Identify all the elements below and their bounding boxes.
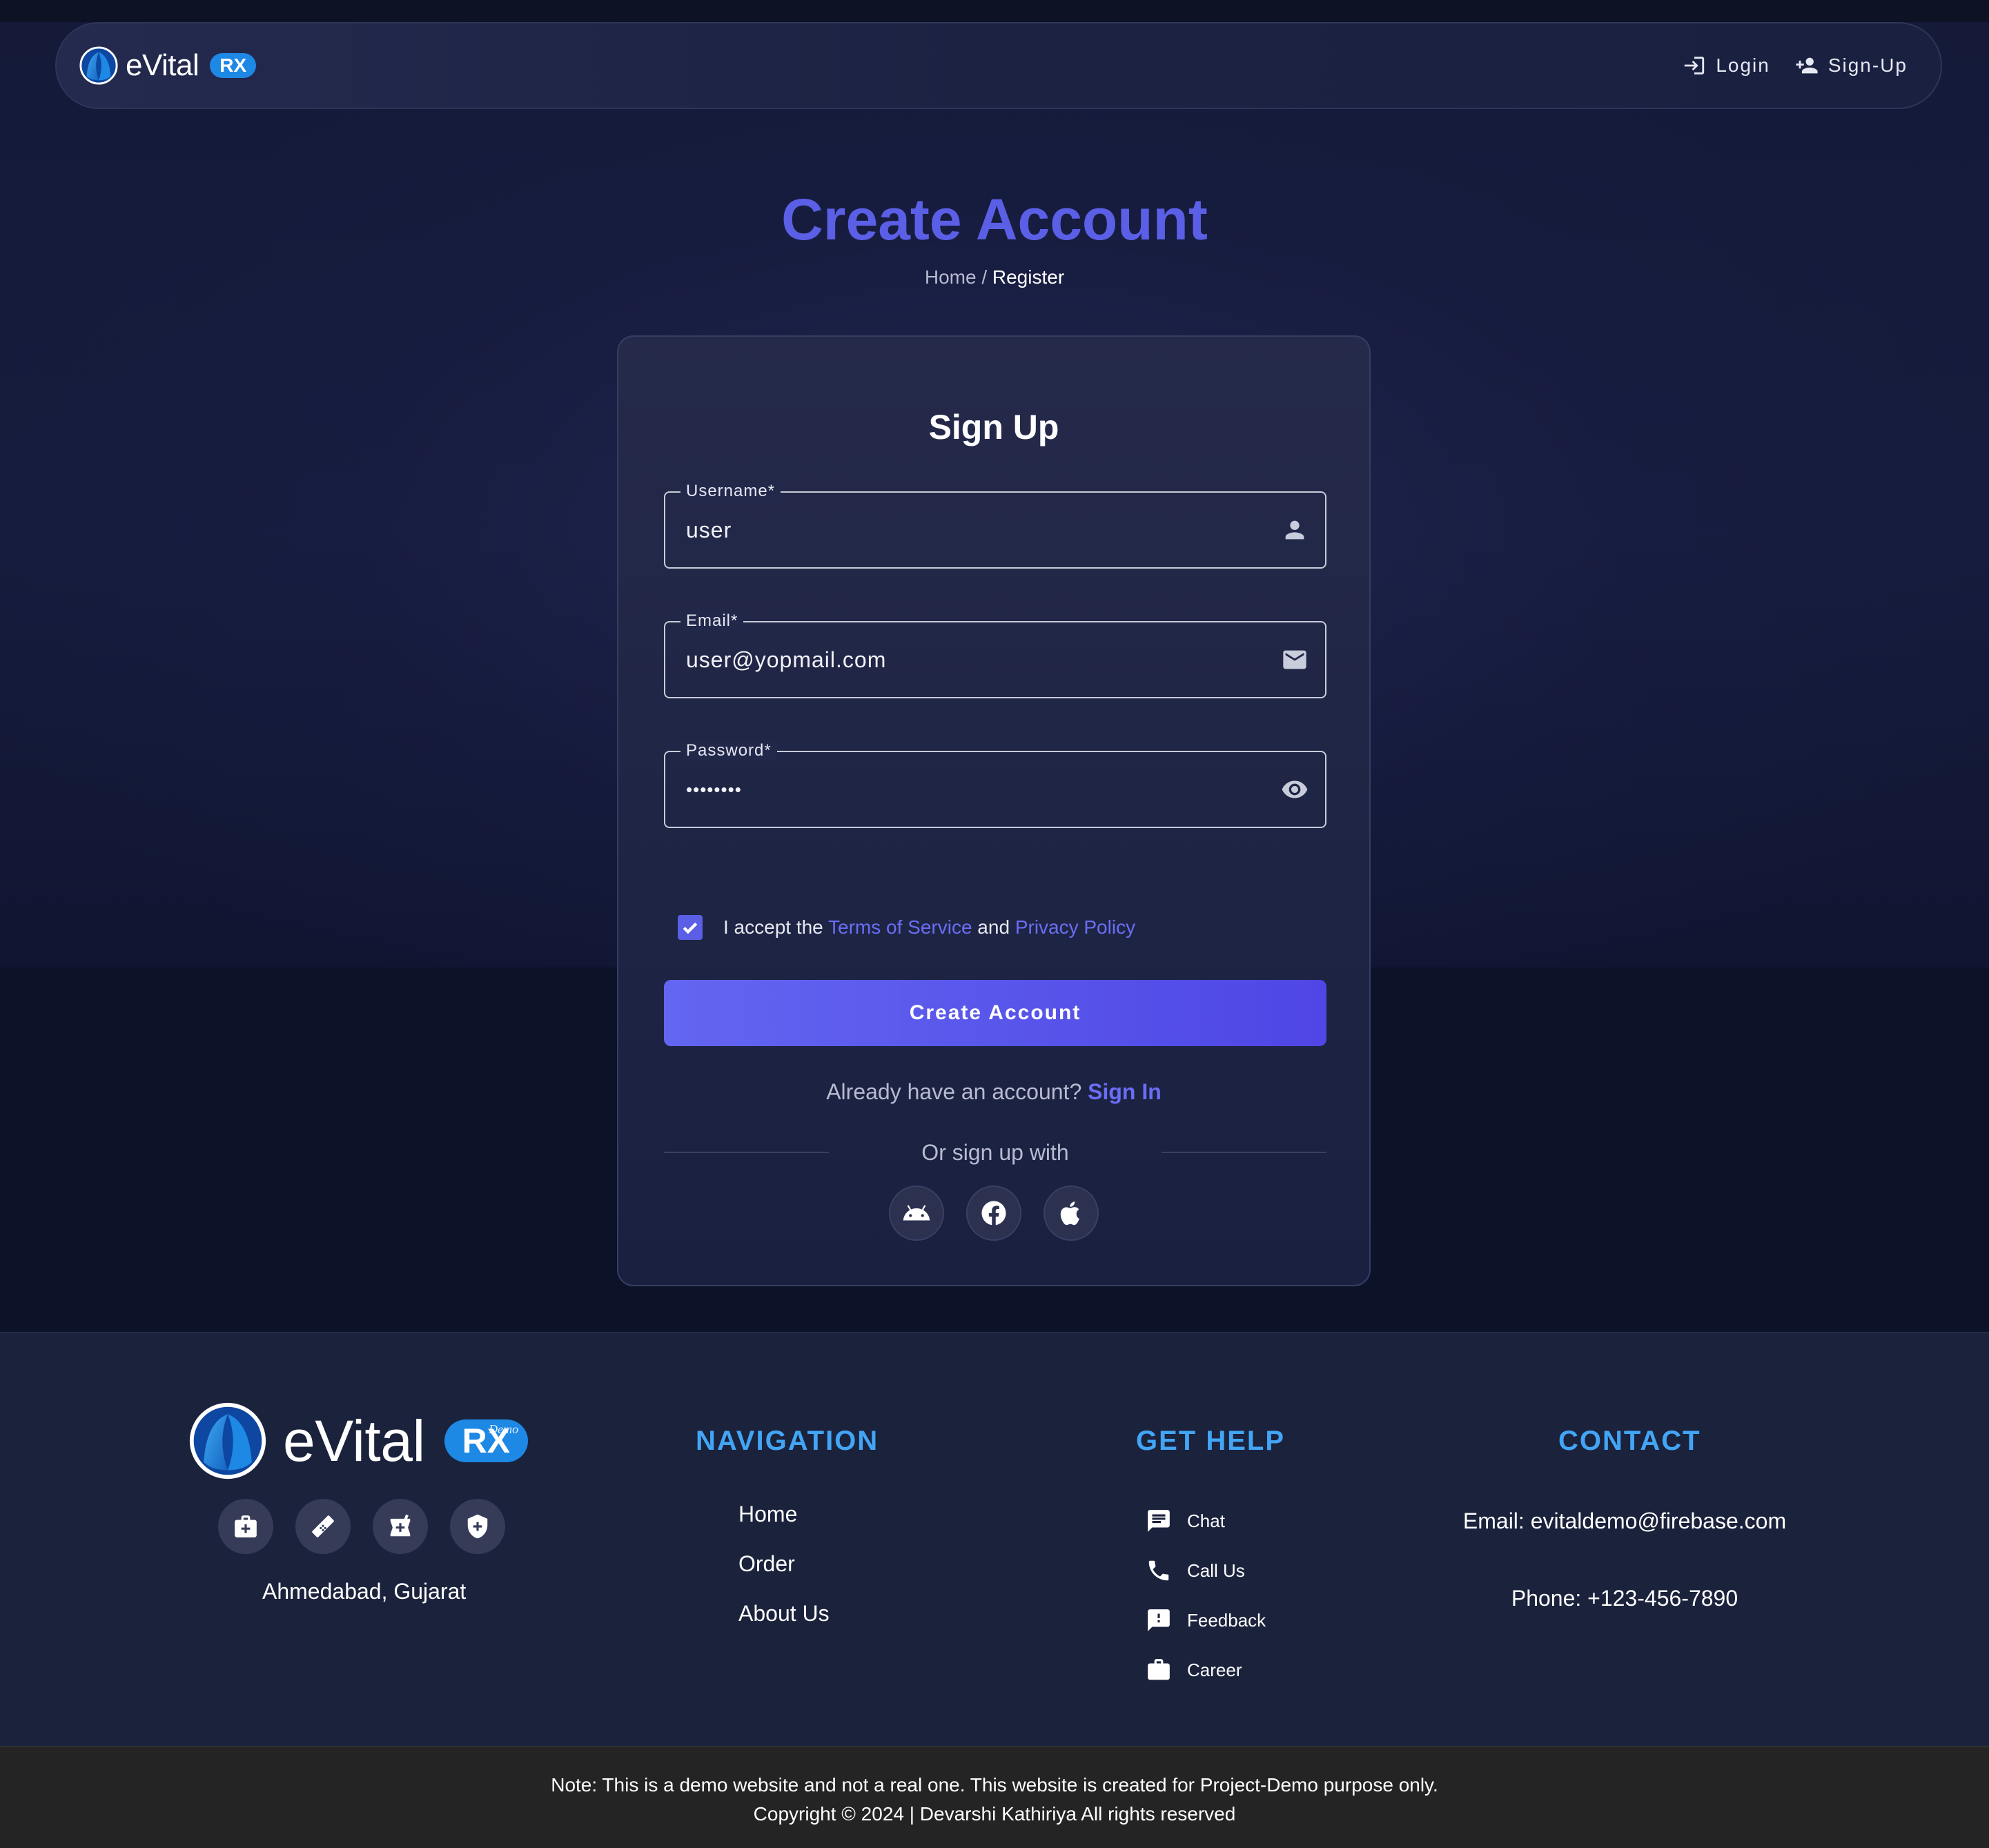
help-chat-label: Chat <box>1187 1510 1225 1531</box>
apple-signup-button[interactable] <box>1044 1186 1099 1241</box>
bandage-icon[interactable] <box>295 1499 351 1554</box>
checkmark-icon <box>683 922 698 934</box>
password-input[interactable]: •••••••• <box>686 752 742 827</box>
breadcrumb: Home / Register <box>0 266 1989 288</box>
android-icon <box>903 1205 930 1221</box>
brand-name: eVital <box>126 48 199 82</box>
username-input[interactable]: user <box>686 493 732 567</box>
social-signup <box>618 1186 1369 1241</box>
evital-logo-icon <box>79 46 118 85</box>
divider-line-left <box>664 1152 830 1153</box>
help-call-us[interactable]: Call Us <box>1146 1551 1266 1601</box>
android-signup-button[interactable] <box>889 1186 944 1241</box>
mail-icon <box>1281 646 1309 674</box>
contact-phone[interactable]: Phone: +123-456-7890 <box>1380 1586 1869 1611</box>
help-call-us-label: Call Us <box>1187 1560 1245 1581</box>
already-have-account: Already have an account? Sign In <box>618 1079 1369 1105</box>
footer-help: Chat Call Us Feedback Career <box>1146 1502 1266 1700</box>
footer-brand-name: eVital <box>283 1408 425 1473</box>
already-text: Already have an account? <box>826 1079 1088 1104</box>
terms-text: I accept the Terms of Service and Privac… <box>723 916 1135 938</box>
contact-heading: CONTACT <box>1558 1426 1701 1456</box>
medical-bag-icon[interactable] <box>218 1499 273 1554</box>
footer-navigation: Home Order About Us <box>738 1502 830 1651</box>
terms-checkbox[interactable] <box>678 915 703 940</box>
facebook-icon <box>981 1201 1006 1226</box>
terms-and: and <box>972 916 1015 938</box>
demo-note: Note: This is a demo website and not a r… <box>551 1774 1438 1796</box>
signup-label: Sign-Up <box>1828 55 1908 76</box>
login-icon <box>1685 57 1705 75</box>
login-button[interactable]: Login <box>1683 54 1770 77</box>
person-add-icon <box>1796 57 1818 74</box>
footer-location: Ahmedabad, Gujarat <box>262 1579 467 1604</box>
copyright-text: Copyright © 2024 | Devarshi Kathiriya Al… <box>753 1803 1236 1825</box>
help-chat[interactable]: Chat <box>1146 1502 1266 1551</box>
facebook-signup-button[interactable] <box>966 1186 1021 1241</box>
email-input[interactable]: user@yopmail.com <box>686 622 886 697</box>
user-icon <box>1281 516 1309 544</box>
feedback-icon <box>1148 1609 1170 1631</box>
help-career-label: Career <box>1187 1659 1242 1680</box>
top-band <box>0 0 1989 22</box>
or-divider: Or sign up with <box>664 1137 1327 1168</box>
breadcrumb-home[interactable]: Home <box>925 266 977 288</box>
footer-nav-about-us[interactable]: About Us <box>738 1601 830 1651</box>
footer-icon-row <box>218 1499 505 1554</box>
help-feedback-label: Feedback <box>1187 1609 1266 1631</box>
signup-card: Sign Up Username* user Email* user@yopma… <box>617 335 1371 1286</box>
footer-nav-order[interactable]: Order <box>738 1551 830 1601</box>
evital-logo-icon <box>189 1402 266 1480</box>
rx-badge: RX <box>210 53 257 78</box>
password-field[interactable]: Password* •••••••• <box>664 741 1326 828</box>
footer-brand-logo[interactable]: eVital RX Demo <box>188 1401 529 1481</box>
breadcrumb-current: Register <box>992 266 1065 288</box>
create-account-button[interactable]: Create Account <box>664 980 1326 1046</box>
chat-icon <box>1148 1510 1170 1532</box>
signup-button[interactable]: Sign-Up <box>1795 54 1908 77</box>
breadcrumb-separator: / <box>976 266 992 288</box>
navigation-heading: NAVIGATION <box>696 1426 879 1456</box>
help-feedback[interactable]: Feedback <box>1146 1601 1266 1651</box>
email-field[interactable]: Email* user@yopmail.com <box>664 611 1326 698</box>
health-shield-icon[interactable] <box>450 1499 505 1554</box>
contact-email[interactable]: Email: evitaldemo@firebase.com <box>1380 1508 1869 1534</box>
copyright-bar: Note: This is a demo website and not a r… <box>0 1746 1989 1848</box>
eye-icon[interactable] <box>1281 776 1309 803</box>
demo-tag: Demo <box>489 1422 519 1436</box>
sign-in-link[interactable]: Sign In <box>1088 1079 1162 1104</box>
or-sign-up-text: Or sign up with <box>921 1139 1069 1165</box>
footer: eVital RX Demo Ahmedabad, Gujarat NAVIGAT… <box>0 1332 1989 1746</box>
terms-prefix: I accept the <box>723 916 829 938</box>
top-navbar: eVital RX Login Sign-Up <box>55 22 1942 109</box>
brand-logo[interactable]: eVital RX <box>79 46 257 86</box>
briefcase-icon <box>1148 1659 1170 1680</box>
terms-row: I accept the Terms of Service and Privac… <box>678 915 1135 940</box>
footer-nav-home[interactable]: Home <box>738 1502 830 1551</box>
form-title: Sign Up <box>928 408 1059 446</box>
pharmacy-icon[interactable] <box>373 1499 428 1554</box>
privacy-policy-link[interactable]: Privacy Policy <box>1015 916 1135 938</box>
username-field[interactable]: Username* user <box>664 482 1326 569</box>
nav-actions: Login Sign-Up <box>1683 54 1908 77</box>
footer-rx-badge: RX Demo <box>444 1419 529 1462</box>
terms-of-service-link[interactable]: Terms of Service <box>828 916 972 938</box>
page-title: Create Account <box>781 187 1208 252</box>
divider-line-right <box>1161 1152 1327 1153</box>
get-help-heading: GET HELP <box>1136 1426 1286 1456</box>
phone-icon <box>1148 1560 1169 1581</box>
apple-icon <box>1060 1201 1079 1226</box>
help-career[interactable]: Career <box>1146 1651 1266 1700</box>
login-label: Login <box>1716 55 1770 76</box>
